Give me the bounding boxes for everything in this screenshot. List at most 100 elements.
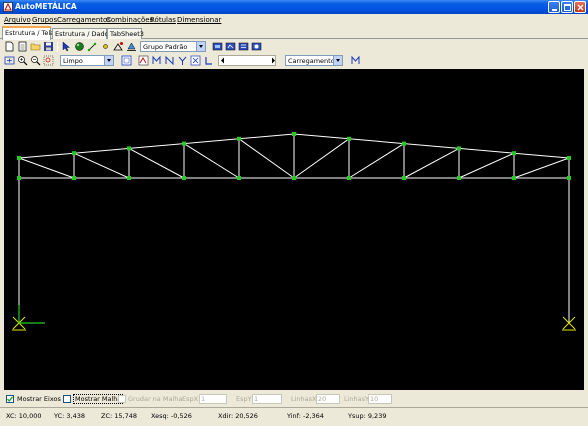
save-icon[interactable] xyxy=(43,41,54,52)
truss-node[interactable] xyxy=(347,136,351,141)
top-chord-segment[interactable] xyxy=(348,138,405,145)
view-mode-value: Limpo xyxy=(63,57,83,65)
truss-diagonal[interactable] xyxy=(293,138,350,179)
member-label-icon[interactable] xyxy=(164,55,175,66)
toolbar-scroll[interactable] xyxy=(218,55,276,66)
view-icon[interactable] xyxy=(212,41,223,52)
truss-diagonal[interactable] xyxy=(513,157,570,179)
menu-carregamentos[interactable]: Carregamentos xyxy=(57,16,111,24)
truss-node[interactable] xyxy=(512,176,516,180)
support-icon[interactable] xyxy=(126,41,137,52)
close-button[interactable] xyxy=(574,1,586,13)
zoom-extents-icon[interactable] xyxy=(4,55,15,66)
truss-node[interactable] xyxy=(17,156,21,160)
truss-diagonal[interactable] xyxy=(348,143,405,179)
truss-node[interactable] xyxy=(347,176,351,180)
sphere-icon[interactable] xyxy=(74,41,85,52)
truss-node[interactable] xyxy=(402,141,406,146)
show-mesh-checkbox[interactable] xyxy=(63,395,71,403)
load-icon[interactable] xyxy=(190,55,201,66)
truss-node[interactable] xyxy=(237,136,241,141)
truss-node[interactable] xyxy=(292,132,296,136)
length-icon[interactable] xyxy=(203,55,214,66)
snap-mesh-checkbox[interactable] xyxy=(118,395,126,403)
member-icon[interactable] xyxy=(113,41,124,52)
new-file-icon[interactable] xyxy=(4,41,15,52)
truss-node[interactable] xyxy=(182,141,186,146)
top-chord-segment[interactable] xyxy=(18,152,75,159)
truss-diagonal[interactable] xyxy=(73,152,130,179)
view-mode-select[interactable]: Limpo xyxy=(60,55,114,66)
truss-node[interactable] xyxy=(567,156,571,160)
view-icon[interactable] xyxy=(251,41,262,52)
node-label-icon[interactable] xyxy=(151,55,162,66)
zoom-out-icon[interactable] xyxy=(30,55,41,66)
top-chord-segment[interactable] xyxy=(73,147,130,154)
top-chord-segment[interactable] xyxy=(458,147,515,154)
top-chord-segment[interactable] xyxy=(183,138,240,145)
maximize-button[interactable] xyxy=(561,1,573,13)
truss-node[interactable] xyxy=(292,176,296,180)
truss-diagonal[interactable] xyxy=(183,143,240,179)
frame-icon[interactable] xyxy=(121,55,132,66)
tab-estrutura-dados[interactable]: Estrutura / Dados xyxy=(52,28,112,39)
minimize-button[interactable] xyxy=(548,1,560,13)
truss-diagonal[interactable] xyxy=(458,152,515,179)
chevron-down-icon[interactable] xyxy=(104,56,113,65)
top-chord-segment[interactable] xyxy=(128,143,185,149)
truss-node[interactable] xyxy=(72,176,76,180)
point-icon[interactable] xyxy=(100,41,111,52)
truss-node[interactable] xyxy=(237,176,241,180)
truss-diagonal[interactable] xyxy=(238,138,295,179)
menu-dimensionar[interactable]: Dimensionar xyxy=(177,16,221,24)
axis-icon[interactable] xyxy=(177,55,188,66)
truss-node[interactable] xyxy=(17,176,21,180)
menu-combinacoes[interactable]: Combinações xyxy=(106,16,153,24)
linhasx-input[interactable]: 20 xyxy=(316,394,340,404)
chevron-down-icon[interactable] xyxy=(196,42,205,51)
group-select-value: Grupo Padrão xyxy=(143,43,188,51)
espy-input[interactable]: 1 xyxy=(252,394,282,404)
truss-node[interactable] xyxy=(127,176,131,180)
tab-tabsheet3[interactable]: TabSheet3 xyxy=(107,28,144,39)
select-arrow-icon[interactable] xyxy=(61,41,72,52)
truss-drawing[interactable] xyxy=(4,69,584,390)
node-icon[interactable] xyxy=(87,41,98,52)
load-case-select[interactable]: Carregamento P xyxy=(285,55,343,66)
truss-node[interactable] xyxy=(72,151,76,156)
truss-node[interactable] xyxy=(457,146,461,151)
truss-node[interactable] xyxy=(182,176,186,180)
top-chord-segment[interactable] xyxy=(238,133,295,140)
truss-node[interactable] xyxy=(402,176,406,180)
scroll-left-icon[interactable] xyxy=(221,57,224,64)
truss-diagonal[interactable] xyxy=(128,147,185,179)
group-select[interactable]: Grupo Padrão xyxy=(140,41,206,52)
render-icon[interactable] xyxy=(138,55,149,66)
menu-grupos[interactable]: Grupos xyxy=(32,16,57,24)
view-icon[interactable] xyxy=(225,41,236,52)
top-chord-segment[interactable] xyxy=(403,143,460,149)
load-case-icon[interactable] xyxy=(350,55,361,66)
truss-diagonal[interactable] xyxy=(18,157,75,179)
tab-estrutura-tela[interactable]: Estrutura / Tela xyxy=(2,26,54,40)
menu-rotulas[interactable]: Rótulas xyxy=(150,16,176,24)
document-icon[interactable] xyxy=(17,41,28,52)
linhasy-input[interactable]: 10 xyxy=(368,394,392,404)
top-chord-segment[interactable] xyxy=(293,133,350,140)
scroll-right-icon[interactable] xyxy=(272,57,275,64)
top-chord-segment[interactable] xyxy=(513,152,570,159)
truss-node[interactable] xyxy=(567,176,571,180)
drawing-canvas[interactable] xyxy=(4,69,584,390)
truss-node[interactable] xyxy=(127,146,131,151)
zoom-window-icon[interactable] xyxy=(43,55,54,66)
menu-arquivo[interactable]: Arquivo xyxy=(4,16,31,24)
show-axes-checkbox[interactable] xyxy=(6,395,14,403)
truss-diagonal[interactable] xyxy=(403,147,460,179)
truss-node[interactable] xyxy=(457,176,461,180)
view-icon[interactable] xyxy=(238,41,249,52)
truss-node[interactable] xyxy=(512,151,516,156)
zoom-in-icon[interactable] xyxy=(17,55,28,66)
chevron-down-icon[interactable] xyxy=(333,56,342,65)
espx-input[interactable]: 1 xyxy=(199,394,227,404)
open-folder-icon[interactable] xyxy=(30,41,41,52)
